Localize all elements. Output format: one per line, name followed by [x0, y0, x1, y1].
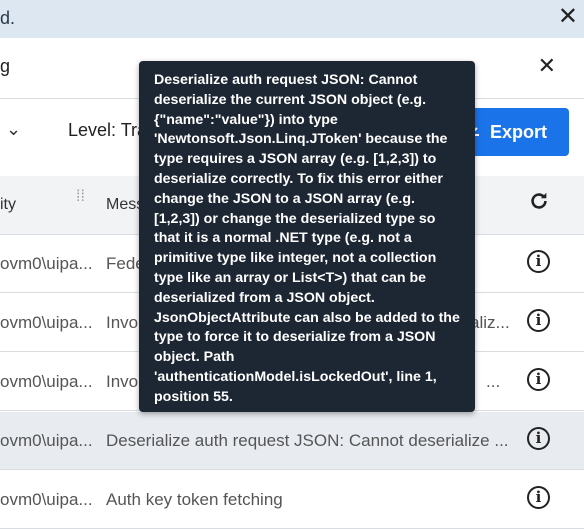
info-icon[interactable]: i: [527, 486, 550, 509]
clear-search-icon[interactable]: ✕: [538, 53, 556, 79]
info-icon[interactable]: i: [527, 309, 550, 332]
row-message: Invo: [106, 313, 139, 332]
row-user: ovm0\uipa...: [0, 313, 93, 332]
info-icon[interactable]: i: [527, 427, 550, 450]
row-message: Auth key token fetching: [106, 490, 283, 509]
row-message-tail: aliz...: [470, 313, 510, 332]
row-message: Deserialize auth request JSON: Cannot de…: [106, 431, 509, 450]
chevron-down-icon[interactable]: ⌄: [6, 119, 21, 140]
message-tooltip: Deserialize auth request JSON: Cannot de…: [139, 61, 475, 412]
search-input[interactable]: g: [0, 56, 10, 77]
row-message: Invo: [106, 372, 139, 391]
refresh-icon[interactable]: [528, 188, 550, 219]
row-user: ovm0\uipa...: [0, 372, 93, 391]
column-header-severity[interactable]: ity: [0, 196, 16, 214]
export-button-label: Export: [490, 121, 548, 142]
level-filter[interactable]: Level: Tra: [68, 120, 147, 141]
table-row[interactable]: ovm0\uipa... Deserialize auth request JS…: [0, 412, 584, 470]
row-user: ovm0\uipa...: [0, 254, 93, 273]
info-icon[interactable]: i: [527, 368, 550, 391]
table-row[interactable]: ovm0\uipa... Auth key token fetching i: [0, 471, 584, 529]
column-resize-handle-icon[interactable]: ⁞⁞: [76, 189, 85, 205]
row-message-tail: ...: [486, 372, 501, 391]
dialog-title-fragment: d.: [0, 8, 16, 28]
close-icon[interactable]: ✕: [558, 2, 578, 31]
row-user: ovm0\uipa...: [0, 490, 93, 509]
dialog-header: d. ✕: [0, 0, 584, 38]
info-icon[interactable]: i: [527, 250, 550, 273]
row-user: ovm0\uipa...: [0, 431, 93, 450]
